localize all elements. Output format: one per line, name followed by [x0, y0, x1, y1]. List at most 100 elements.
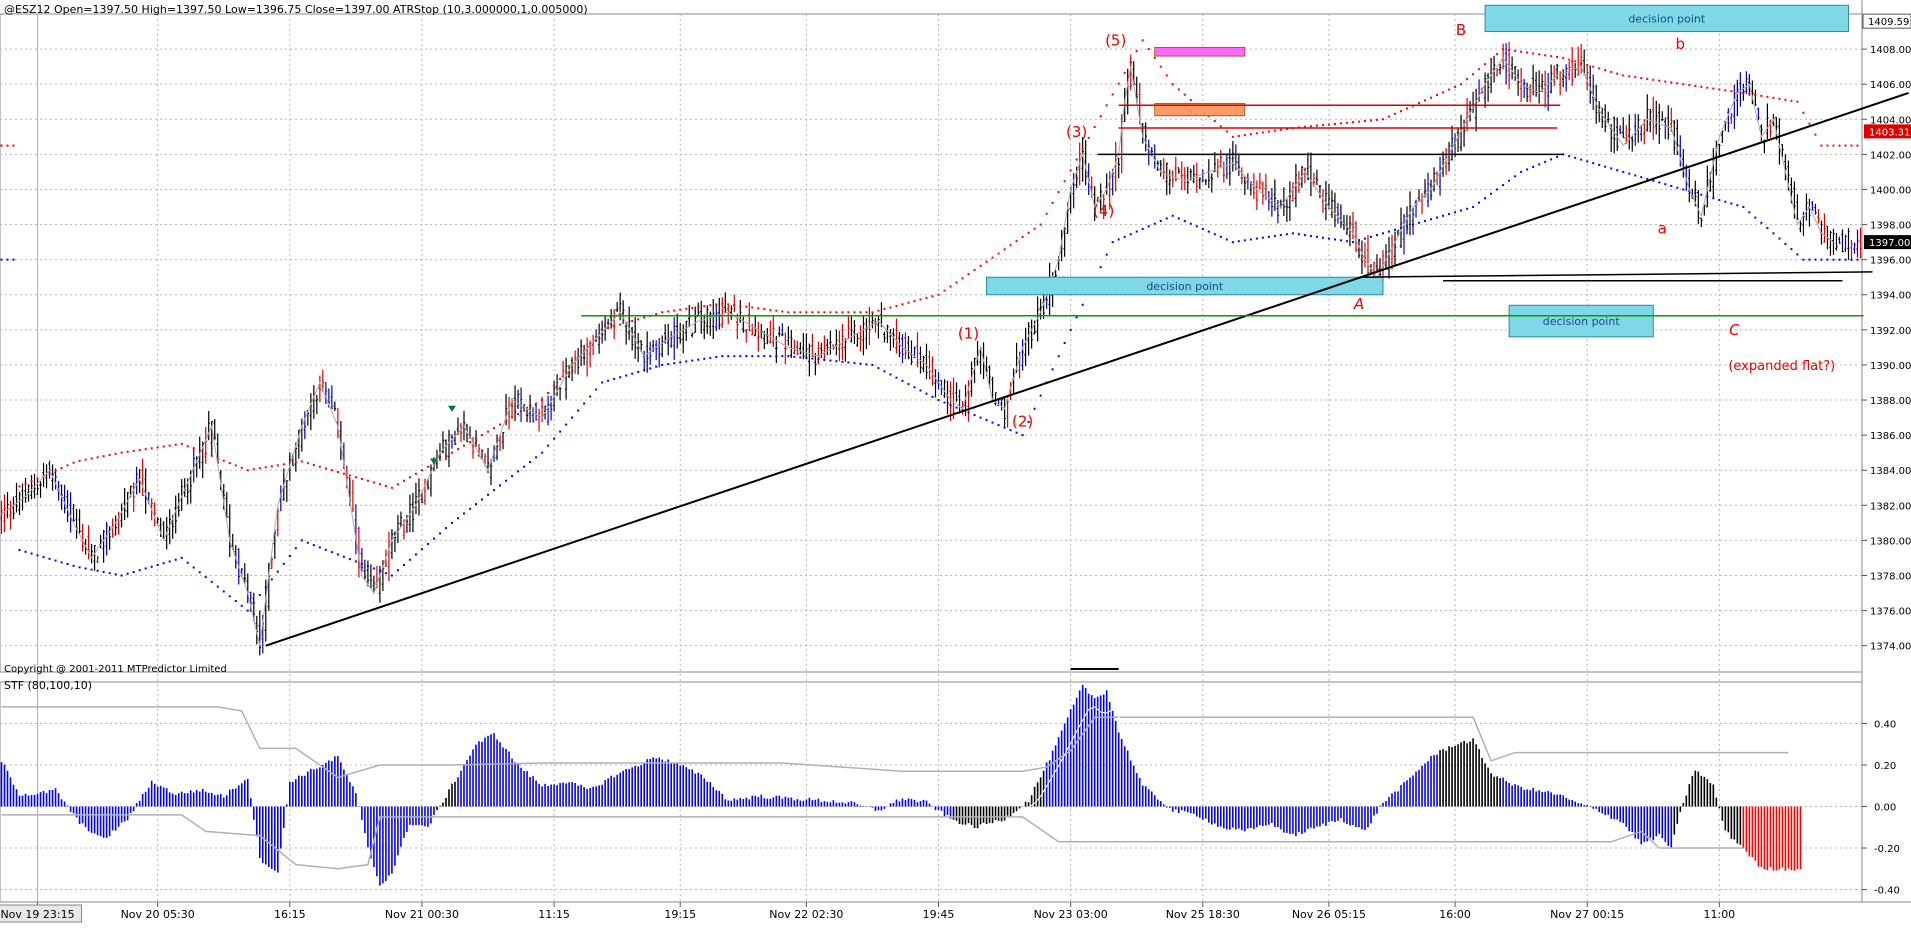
atr-stop-red-dot	[913, 300, 916, 303]
atr-stop-red-dot	[661, 311, 664, 314]
atr-stop-blue-dot	[589, 395, 592, 398]
atr-stop-blue-dot	[1369, 235, 1372, 238]
atr-stop-red-dot	[799, 311, 802, 314]
atr-stop-red-dot	[1237, 134, 1240, 137]
y-tick-label: 1390.00	[1870, 361, 1911, 372]
atr-stop-red-dot	[1724, 89, 1727, 92]
atr-stop-red-dot	[402, 479, 405, 482]
price-chart-svg[interactable]: decision point decision point decision poi…	[0, 0, 1911, 926]
atr-stop-blue-dot	[871, 363, 874, 366]
atr-stop-blue-dot	[1099, 266, 1102, 269]
atr-stop-red-dot	[1039, 223, 1042, 226]
atr-stop-blue-dot	[601, 381, 604, 384]
indicator-label: STF (80,100,10)	[4, 679, 92, 692]
atr-stop-red-dot	[1279, 128, 1282, 131]
atr-stop-blue-dot	[312, 544, 315, 547]
atr-stop-blue-dot	[1640, 176, 1643, 179]
y-tick-label: 1384.00	[1870, 466, 1911, 477]
atr-stop-red-dot	[469, 441, 472, 444]
atr-stop-red-dot	[979, 264, 982, 267]
atr-stop-blue-dot	[462, 512, 465, 515]
atr-stop-blue-dot	[348, 558, 351, 561]
atr-stop-blue-dot	[1321, 236, 1324, 239]
atr-stop-red-dot	[517, 413, 520, 416]
atr-stop-blue-dot	[895, 376, 898, 379]
atr-stop-red-dot	[192, 447, 195, 450]
atr-stop-red-dot	[1520, 50, 1523, 53]
atr-stop-blue-dot	[1808, 258, 1811, 261]
atr-stop-blue-dot	[1844, 258, 1847, 261]
atr-stop-red-dot	[276, 464, 279, 467]
atr-stop-blue-dot	[805, 357, 808, 360]
atr-stop-red-dot	[1802, 111, 1805, 114]
atr-stop-blue-dot	[901, 379, 904, 382]
atr-stop-blue-dot	[168, 560, 171, 563]
atr-stop-blue-dot	[1664, 183, 1667, 186]
atr-stop-blue-dot	[450, 521, 453, 524]
atr-stop-red-dot	[1135, 50, 1138, 53]
atr-stop-red-dot	[1213, 120, 1216, 123]
atr-stop-blue-dot	[84, 567, 87, 570]
atr-stop-blue-dot	[420, 548, 423, 551]
y-tick-label: 1382.00	[1870, 501, 1911, 512]
top-price-label: 1409.59	[1868, 17, 1909, 28]
atr-stop-blue-dot	[330, 551, 333, 554]
atr-stop-red-dot	[733, 304, 736, 307]
atr-stop-red-dot	[565, 370, 568, 373]
atr-stop-blue-dot	[408, 558, 411, 561]
atr-stop-blue-dot	[432, 537, 435, 540]
atr-stop-blue-dot	[1333, 238, 1336, 241]
atr-stop-red-dot	[54, 469, 57, 472]
atr-stop-blue-dot	[775, 355, 778, 358]
atr-stop-blue-dot	[1586, 160, 1589, 163]
atr-stop-blue-dot	[1105, 253, 1108, 256]
atr-stop-red-dot	[24, 482, 27, 485]
atr-stop-red-dot	[769, 308, 772, 311]
atr-stop-red-dot	[1628, 75, 1631, 78]
atr-stop-blue-dot	[306, 541, 309, 544]
atr-stop-blue-dot	[1706, 195, 1709, 198]
atr-stop-blue-dot	[456, 517, 459, 520]
atr-stop-red-dot	[1123, 71, 1126, 74]
atr-stop-blue-dot	[541, 451, 544, 454]
atr-stop-blue-dot	[1448, 213, 1451, 216]
y-tick-label: 1386.00	[1870, 431, 1911, 442]
atr-stop-red-dot	[1838, 144, 1841, 147]
atr-stop-blue-dot	[547, 444, 550, 447]
atr-stop-blue-dot	[216, 585, 219, 588]
atr-stop-blue-dot	[102, 570, 105, 573]
atr-stop-red-dot	[1063, 180, 1066, 183]
atr-stop-red-dot	[1105, 104, 1108, 107]
atr-stop-red-dot	[144, 448, 147, 451]
atr-stop-red-dot	[613, 325, 616, 328]
atr-stop-red-dot	[1243, 134, 1246, 137]
atr-stop-red-dot	[637, 318, 640, 321]
atr-stop-blue-dot	[1628, 172, 1631, 175]
atr-stop-blue-dot	[919, 389, 922, 392]
atr-stop-blue-dot	[865, 363, 868, 366]
atr-stop-blue-dot	[1297, 233, 1300, 236]
atr-stop-blue-dot	[1538, 163, 1541, 166]
atr-stop-blue-dot	[475, 503, 478, 506]
atr-stop-blue-dot	[1856, 258, 1859, 261]
atr-stop-red-dot	[1249, 133, 1252, 136]
atr-stop-blue-dot	[1225, 238, 1228, 241]
atr-stop-blue-dot	[402, 563, 405, 566]
atr-stop-blue-dot	[204, 576, 207, 579]
atr-stop-red-dot	[1568, 58, 1571, 61]
atr-stop-red-dot	[408, 476, 411, 479]
atr-stop-red-dot	[955, 281, 958, 284]
atr-stop-red-dot	[1357, 120, 1360, 123]
atr-stop-red-dot	[1333, 122, 1336, 125]
atr-stop-red-dot	[763, 308, 766, 311]
atr-stop-blue-dot	[613, 377, 616, 380]
atr-stop-blue-dot	[228, 595, 231, 598]
atr-stop-blue-dot	[1676, 186, 1679, 189]
atr-stop-red-dot	[973, 268, 976, 271]
current-price-label: 1403.31	[1869, 127, 1910, 138]
atr-stop-red-dot	[1171, 83, 1174, 86]
atr-stop-blue-dot	[1832, 258, 1835, 261]
atr-stop-blue-dot	[1267, 235, 1270, 238]
atr-stop-blue-dot	[1261, 236, 1264, 239]
atr-stop-blue-dot	[1544, 160, 1547, 163]
